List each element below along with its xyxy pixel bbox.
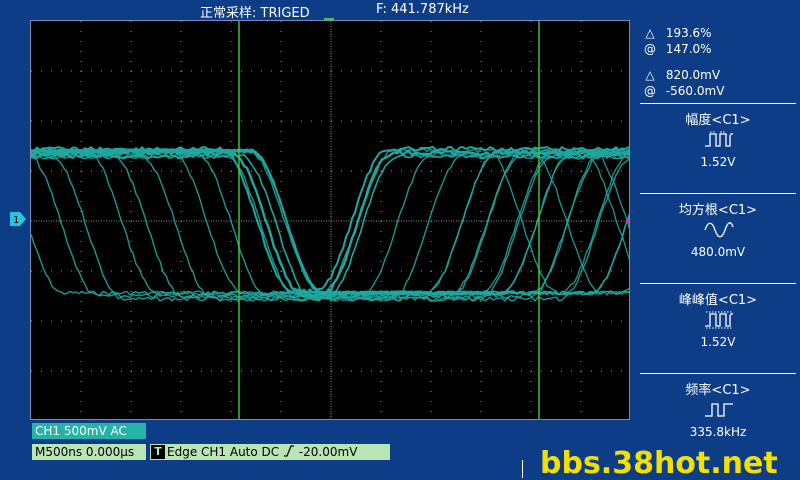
channel-1-settings[interactable]: CH1 500mV AC: [32, 423, 146, 439]
rms-icon: [704, 222, 734, 238]
at-icon: @: [644, 84, 656, 98]
divider: [640, 373, 796, 374]
status-bar: 正常采样: TRIGED F: 441.787kHz: [0, 0, 632, 21]
cursor-value: -560.0mV: [665, 84, 725, 98]
measurement-amplitude[interactable]: 幅度<C1> 1.52V: [640, 103, 796, 191]
acquisition-status: 正常采样: TRIGED: [200, 6, 310, 21]
measurement-title: 幅度<C1>: [685, 113, 751, 128]
delta-icon: △: [645, 26, 655, 40]
measurement-rms[interactable]: 均方根<C1> 480.0mV: [640, 193, 796, 281]
frequency-icon: [705, 403, 733, 417]
waveform-display[interactable]: [30, 20, 630, 420]
cursor-value: 193.6%: [665, 26, 712, 40]
divider: [640, 103, 796, 104]
measurement-value: 1.52V: [700, 155, 736, 169]
divider: [640, 283, 796, 284]
measurement-value: 480.0mV: [690, 245, 746, 259]
amplitude-icon: [705, 131, 734, 147]
divider: [640, 193, 796, 194]
frequency-readout: F: 441.787kHz: [376, 2, 469, 17]
trigger-mode: Edge CH1 Auto DC: [167, 445, 280, 459]
cursor-at-time: @ 147.0%: [638, 42, 712, 56]
rising-edge-icon: [284, 445, 294, 457]
cursor-value: 147.0%: [665, 42, 712, 56]
delta-icon: △: [645, 68, 655, 82]
cursor-delta-voltage: △ 820.0mV: [638, 68, 720, 82]
measurement-title: 频率<C1>: [685, 383, 751, 398]
trigger-settings[interactable]: T Edge CH1 Auto DC -20.00mV: [150, 444, 390, 460]
trigger-icon: T: [151, 445, 165, 459]
measurement-title: 峰峰值<C1>: [678, 293, 758, 308]
measurement-panel: △ 193.6% @ 147.0% △ 820.0mV @ -560.0mV 幅…: [636, 20, 800, 480]
divider: [522, 460, 523, 478]
timebase-settings[interactable]: M500ns 0.000μs: [32, 444, 146, 460]
measurement-title: 均方根<C1>: [678, 203, 758, 218]
channel-1-level-marker[interactable]: 1: [10, 212, 26, 226]
at-icon: @: [644, 42, 656, 56]
measurement-peak-to-peak[interactable]: 峰峰值<C1> 1.52V: [640, 283, 796, 371]
watermark: bbs.38hot.net: [540, 446, 778, 480]
trigger-level: -20.00mV: [298, 445, 358, 459]
peak-to-peak-icon: [705, 311, 734, 329]
cursor-value: 820.0mV: [665, 68, 721, 82]
channel-1-marker-label: 1: [13, 215, 19, 226]
cursor-delta-time: △ 193.6%: [638, 26, 712, 40]
measurement-value: 1.52V: [700, 335, 736, 349]
cursor-at-voltage: @ -560.0mV: [638, 84, 724, 98]
measurement-value: 335.8kHz: [689, 425, 747, 439]
